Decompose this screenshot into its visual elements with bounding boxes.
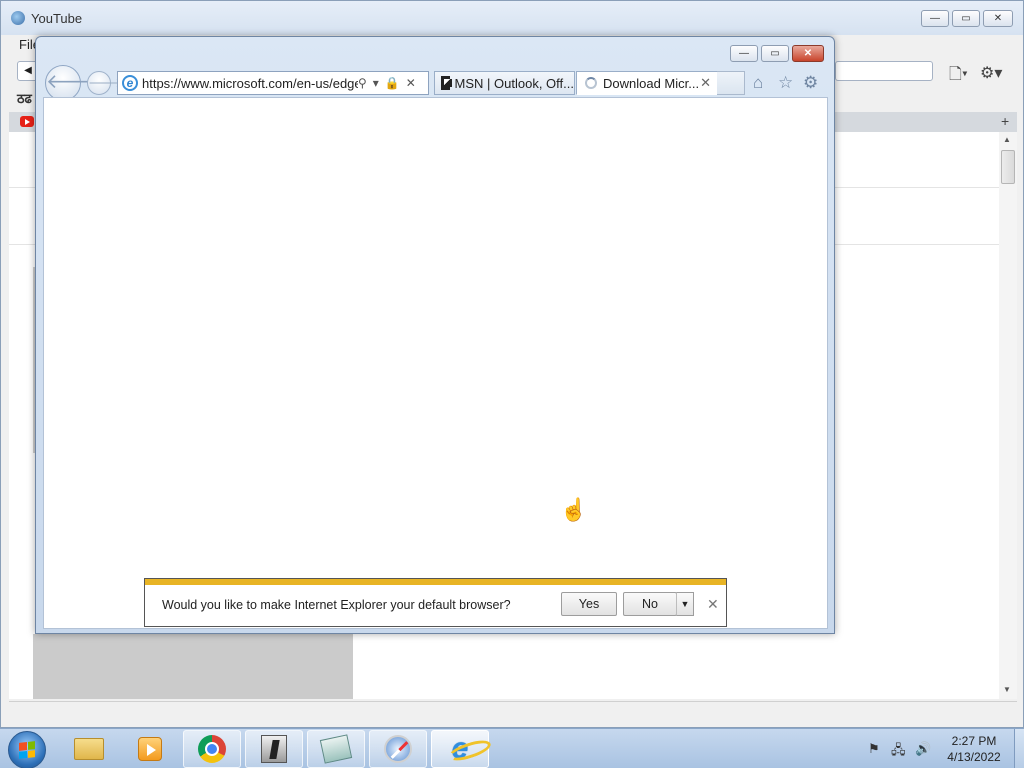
lock-icon[interactable]: 🔒 xyxy=(385,76,400,90)
new-tab-plus-icon[interactable]: + xyxy=(1001,113,1009,129)
taskbar-notes[interactable] xyxy=(307,730,365,768)
scrollbar-thumb[interactable] xyxy=(1001,150,1015,184)
internet-explorer-window: — ▭ ✕ 🡐 🡒 e https://www.microsoft.com/en… xyxy=(35,36,835,634)
tab-label: MSN | Outlook, Off... xyxy=(454,75,574,91)
ie-logo-icon: e xyxy=(122,75,138,91)
clock-time: 2:27 PM xyxy=(951,734,997,748)
new-tab-button[interactable] xyxy=(717,71,745,95)
scroll-up-arrow-icon[interactable]: ▲ xyxy=(1003,135,1011,144)
background-close-button[interactable]: ✕ xyxy=(983,10,1013,27)
favorites-star-icon[interactable]: ☆ xyxy=(778,73,793,93)
youtube-icon[interactable] xyxy=(20,116,34,127)
home-icon[interactable]: ⌂ xyxy=(753,73,763,93)
loading-spinner-icon xyxy=(585,77,597,89)
background-gray-panel xyxy=(33,634,353,699)
start-button[interactable] xyxy=(8,731,46,768)
network-icon[interactable]: 🖧 xyxy=(891,741,906,763)
vertical-scrollbar[interactable]: ▲ ▼ xyxy=(999,132,1017,699)
background-status-bar xyxy=(9,701,1017,723)
taskbar-safari[interactable] xyxy=(369,730,427,768)
search-icon[interactable]: ⚲ xyxy=(358,76,367,90)
tab-download-edge[interactable]: Download Micr... ✕ xyxy=(576,71,718,95)
ie-maximize-button[interactable]: ▭ xyxy=(761,45,789,62)
default-browser-notification: Would you like to make Internet Explorer… xyxy=(144,578,727,627)
taskbar-counter-strike[interactable] xyxy=(245,730,303,768)
taskbar: e ⚑ 🖧 🔊 2:27 PM 4/13/2022 xyxy=(0,728,1024,768)
tools-gear-icon[interactable]: ⚙▾ xyxy=(980,63,1002,83)
safari-icon xyxy=(384,735,412,763)
tab-label: Download Micr... xyxy=(603,75,700,91)
internet-explorer-icon: e xyxy=(451,732,469,765)
browser-globe-icon xyxy=(11,11,25,25)
ie-minimize-button[interactable]: — xyxy=(730,45,758,62)
page-menu-icon[interactable]: 🗋▾ xyxy=(949,63,968,90)
notes-icon xyxy=(319,734,353,764)
tab-msn[interactable]: MSN | Outlook, Off... xyxy=(434,71,575,95)
scroll-down-arrow-icon[interactable]: ▼ xyxy=(1003,685,1011,694)
show-desktop-button[interactable] xyxy=(1014,729,1024,768)
no-options-dropdown[interactable]: ▼ xyxy=(676,592,694,616)
forward-button[interactable]: 🡒 xyxy=(87,71,123,95)
yes-button[interactable]: Yes xyxy=(561,592,617,616)
background-window-title: YouTube xyxy=(31,11,83,26)
chrome-icon xyxy=(198,735,226,763)
address-bar[interactable]: e https://www.microsoft.com/en-us/edge ⚲… xyxy=(117,71,429,95)
address-url[interactable]: https://www.microsoft.com/en-us/edge xyxy=(142,76,358,91)
taskbar-chrome[interactable] xyxy=(183,730,241,768)
back-button[interactable]: 🡐 xyxy=(45,65,100,101)
taskbar-media-center[interactable] xyxy=(121,730,179,768)
notification-accent-bar xyxy=(145,579,726,585)
background-minimize-button[interactable]: — xyxy=(921,10,949,27)
background-glyph-text: ठढ xyxy=(17,91,32,106)
no-button[interactable]: No xyxy=(623,592,677,616)
hand-cursor-icon: ☝ xyxy=(560,497,588,522)
system-clock[interactable]: 2:27 PM 4/13/2022 xyxy=(940,733,1008,765)
notification-close-icon[interactable]: ✕ xyxy=(707,596,719,613)
background-title-bar: YouTube — ▭ ✕ xyxy=(1,1,1023,35)
notification-message: Would you like to make Internet Explorer… xyxy=(162,598,511,612)
taskbar-internet-explorer[interactable]: e xyxy=(431,730,489,768)
dropdown-arrow-icon[interactable]: ▾ xyxy=(373,76,379,90)
tools-gear-icon[interactable]: ⚙ xyxy=(803,73,818,93)
ie-close-button[interactable]: ✕ xyxy=(792,45,824,62)
action-center-flag-icon[interactable]: ⚑ xyxy=(868,741,880,757)
media-player-icon xyxy=(138,737,162,761)
background-search-box[interactable] xyxy=(835,61,933,81)
windows-logo-icon xyxy=(19,741,35,759)
counter-strike-icon xyxy=(261,735,287,763)
background-maximize-button[interactable]: ▭ xyxy=(952,10,980,27)
clock-date: 4/13/2022 xyxy=(947,750,1001,764)
page-content xyxy=(43,97,828,629)
folder-icon xyxy=(74,738,104,760)
taskbar-windows-explorer[interactable] xyxy=(60,730,118,768)
msn-icon xyxy=(441,76,452,90)
tab-close-icon[interactable]: ✕ xyxy=(700,75,711,91)
stop-icon[interactable]: ✕ xyxy=(406,76,416,90)
volume-icon[interactable]: 🔊 xyxy=(915,741,931,757)
